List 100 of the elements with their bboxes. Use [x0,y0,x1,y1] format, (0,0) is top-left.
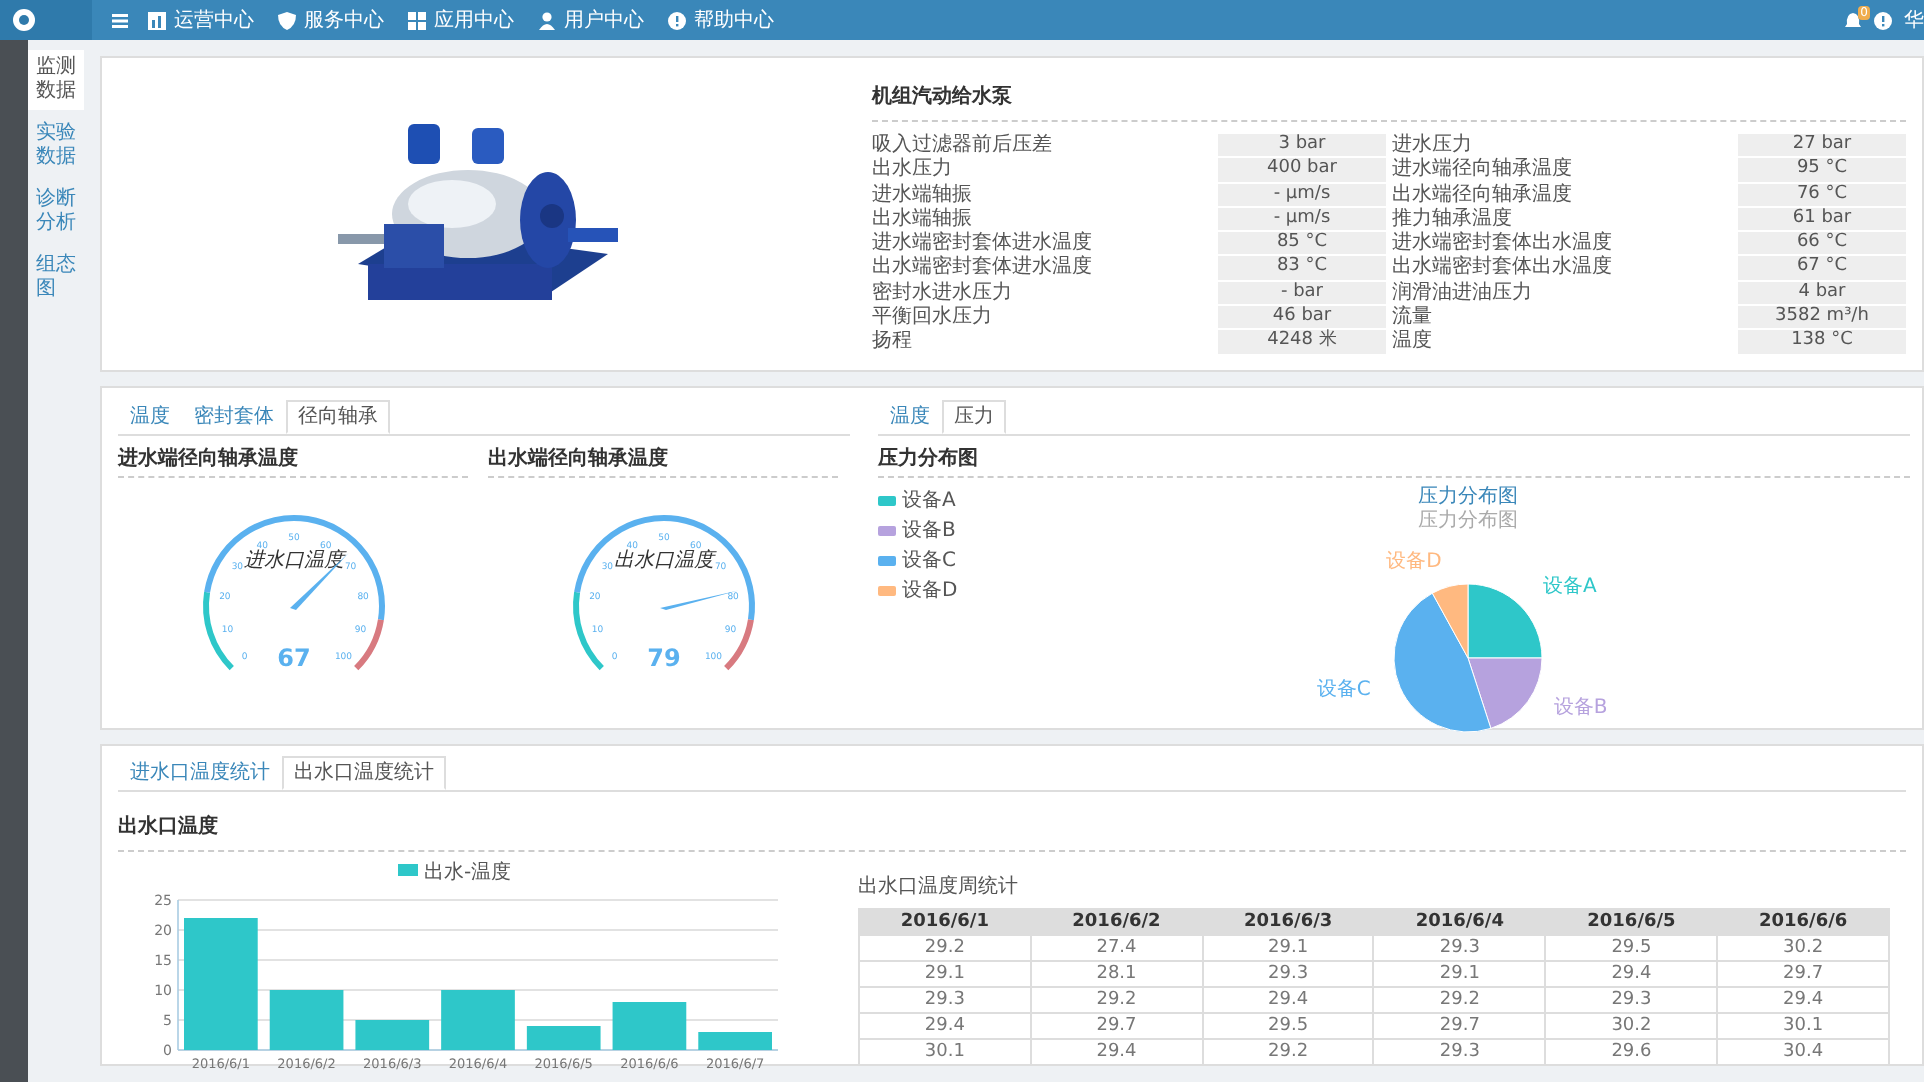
menu-icon[interactable] [112,13,128,27]
nav-item[interactable]: 应用中心 [434,6,514,34]
table-cell: 29.5 [1545,935,1718,961]
table-cell: 30.1 [859,1039,1031,1065]
param-value: 76 °C [1738,183,1906,206]
table-cell: 29.2 [1202,1039,1374,1065]
param-label: 进水端径向轴承温度 [1392,158,1574,182]
column-header: 2016/6/6 [1717,909,1889,935]
tab[interactable]: 温度 [118,400,182,434]
param-value: 4 bar [1738,281,1906,305]
param-value: 138 °C [1738,330,1906,354]
device-title: 机组汽动给水泵 [872,82,1906,122]
user-name[interactable]: 华 [1904,6,1924,34]
table-cell: 29.3 [1545,987,1718,1013]
pie-label: 设备A [1542,575,1597,598]
param-value: 67 °C [1738,256,1906,280]
bell-icon[interactable] [1844,11,1862,29]
table-cell: 29.3 [1202,961,1374,987]
table-cell: 29.3 [859,987,1031,1013]
bar [441,990,515,1050]
table-cell: 29.7 [1373,1013,1546,1039]
param-label: 出水端密封套体出水温度 [1392,256,1614,280]
nav-item[interactable]: 服务中心 [304,6,384,34]
column-header: 2016/6/3 [1202,909,1374,935]
table-cell: 29.5 [1202,1013,1374,1039]
tab[interactable]: 温度 [878,400,942,434]
sidebar-item[interactable]: 监测数据 [28,50,84,110]
param-value: 66 °C [1738,232,1906,255]
param-label: 润滑油进油压力 [1392,281,1534,305]
legend-label: 设备A [902,488,956,514]
pie-title: 压力分布图 [1418,486,1518,508]
sidebar-item[interactable]: 实验数据 [28,116,84,176]
nav-item[interactable]: 运营中心 [174,6,254,34]
table-cell: 30.4 [1717,1039,1889,1065]
table-cell: 29.1 [859,961,1031,987]
param-value: 3 bar [1218,134,1386,157]
table-cell: 29.6 [1545,1039,1718,1065]
param-value: - μm/s [1218,207,1386,231]
table-cell: 29.3 [1373,1039,1546,1065]
table-cell: 30.1 [1717,1013,1889,1039]
tab[interactable]: 径向轴承 [286,400,390,434]
param-label: 出水压力 [872,158,954,182]
param-value: 4248 米 [1218,330,1386,354]
pie-label: 设备D [1386,550,1442,573]
column-header: 2016/6/5 [1545,909,1718,935]
param-label: 进水端密封套体进水温度 [872,232,1094,255]
param-value: - μm/s [1218,183,1386,206]
param-value: 95 °C [1738,158,1906,182]
param-label: 平衡回水压力 [872,306,994,329]
table-cell: 29.2 [859,935,1031,961]
tab[interactable]: 进水口温度统计 [118,756,282,790]
table-cell: 28.1 [1030,961,1203,987]
table-cell: 29.1 [1373,961,1546,987]
legend-label: 设备D [902,578,958,604]
table-cell: 29.2 [1373,987,1546,1013]
column-header: 2016/6/1 [859,909,1031,935]
table-cell: 29.4 [1030,1039,1203,1065]
gauge-title: 进水口温度 [243,550,343,572]
table-cell: 29.4 [1717,987,1889,1013]
gauge-title: 出水口温度 [613,550,713,572]
chart-icon [148,11,166,29]
logo-icon[interactable] [12,8,36,32]
help-icon[interactable] [1874,11,1892,29]
gauge-heading: 出水端径向轴承温度 [488,444,838,478]
param-label: 温度 [1392,330,1434,354]
param-label: 推力轴承温度 [1392,207,1514,231]
table-cell: 29.3 [1373,935,1546,961]
table-cell: 29.4 [1202,987,1374,1013]
table-cell: 30.2 [1545,1013,1718,1039]
gauge-needle [659,590,738,610]
bar [612,1002,687,1050]
param-label: 扬程 [872,330,914,354]
param-value: 400 bar [1218,158,1386,182]
sidebar-item[interactable]: 诊断分析 [28,182,84,242]
legend-label: 设备C [902,548,956,574]
pie-subtitle: 压力分布图 [1418,510,1518,532]
tab[interactable]: 密封套体 [182,400,286,434]
sidebar-item[interactable]: 组态图 [28,248,84,308]
param-value: 83 °C [1218,256,1386,280]
tab[interactable]: 压力 [942,400,1006,434]
bar [698,1032,772,1050]
bar [355,1020,430,1050]
param-value: 61 bar [1738,207,1906,231]
nav-item[interactable]: 用户中心 [564,6,644,34]
legend-label: 设备B [902,518,956,544]
tab[interactable]: 出水口温度统计 [282,756,446,790]
help-icon [668,11,686,29]
column-header: 2016/6/2 [1030,909,1203,935]
table-cell: 29.4 [1545,961,1718,987]
person-icon [538,11,556,29]
column-header: 2016/6/4 [1373,909,1546,935]
gauge-value: 67 [276,644,310,672]
param-label: 出水端轴振 [872,207,974,231]
chart-heading: 压力分布图 [878,444,1910,478]
section-heading: 出水口温度 [118,800,1906,852]
param-label: 流量 [1392,306,1434,329]
param-value: 3582 m³/h [1738,306,1906,329]
pie-label: 设备B [1553,697,1608,720]
param-label: 出水端密封套体进水温度 [872,256,1094,280]
nav-item[interactable]: 帮助中心 [694,6,774,34]
